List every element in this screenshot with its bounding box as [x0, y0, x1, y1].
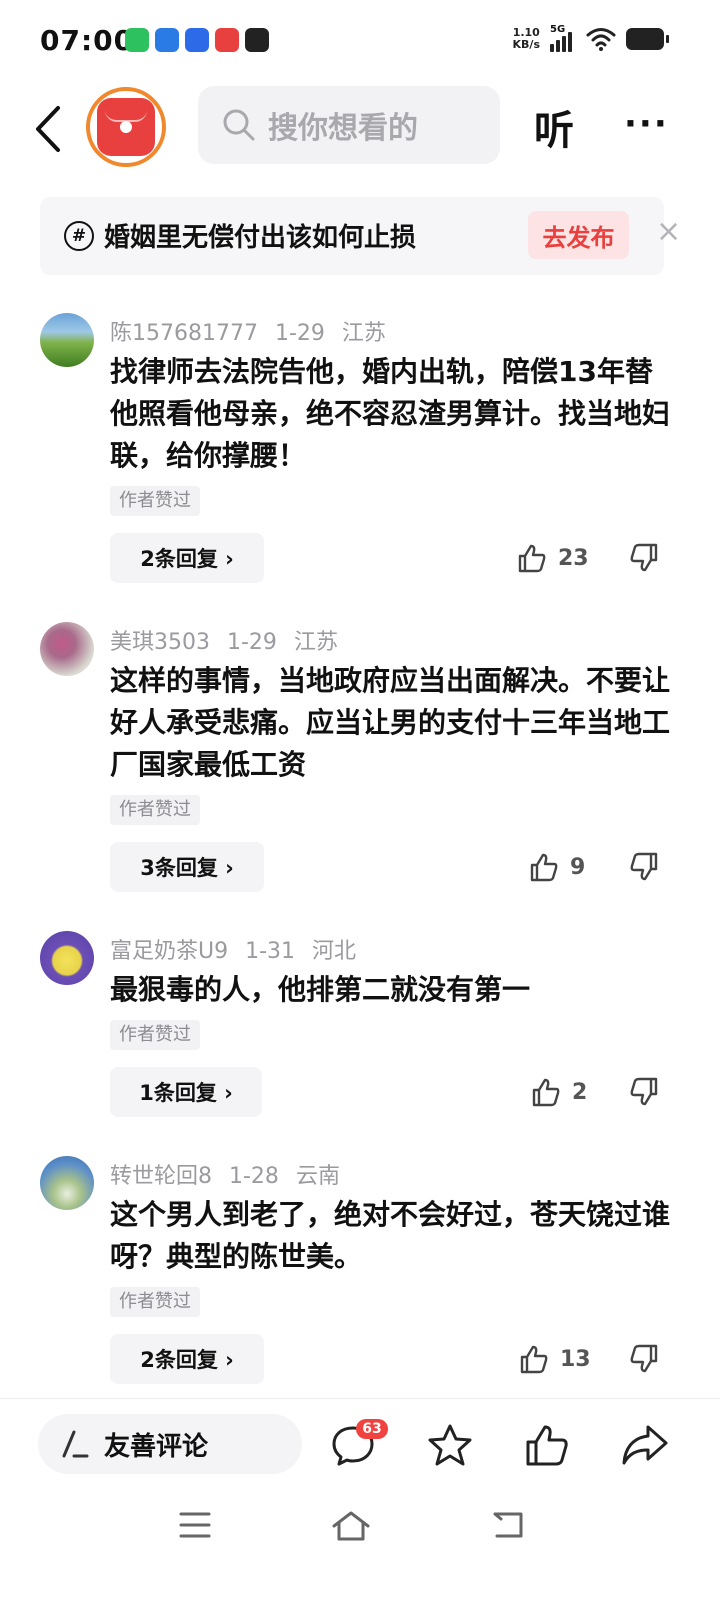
comment-location: 云南 — [295, 1164, 340, 1189]
toutiao-app-icon — [245, 28, 269, 52]
username[interactable]: 陈157681777 — [110, 321, 258, 346]
replies-button[interactable]: 2条回复 › — [110, 533, 264, 583]
signal-label: 5G — [550, 24, 566, 35]
replies-button[interactable]: 1条回复 › — [110, 1067, 262, 1117]
comment-location: 江苏 — [293, 630, 338, 655]
comment-date: 1-29 — [274, 321, 325, 346]
more-button[interactable]: ··· — [624, 104, 669, 144]
battery-icon — [626, 28, 669, 50]
publisher-logo-icon — [97, 98, 155, 156]
like-button[interactable]: 13 — [518, 1343, 591, 1375]
thumbs-down-icon[interactable] — [628, 1076, 660, 1108]
comment-date: 1-28 — [229, 1164, 279, 1189]
search-placeholder: 搜你想看的 — [268, 111, 418, 146]
like-button[interactable]: 23 — [516, 542, 589, 574]
bottom-action-bar: 友善评论 63 — [0, 1398, 720, 1488]
author-liked-badge: 作者赞过 — [110, 795, 200, 825]
listen-button[interactable]: 听 — [534, 98, 574, 156]
pen-icon — [62, 1430, 89, 1458]
publisher-avatar[interactable] — [86, 87, 166, 167]
comment-input[interactable]: 友善评论 — [38, 1414, 302, 1474]
home-icon[interactable] — [331, 1510, 371, 1542]
status-right: 1.10 KB/s 5G — [513, 24, 669, 52]
avatar[interactable] — [40, 1156, 94, 1210]
comment-text: 这个男人到老了，绝对不会好过，苍天饶过谁呀？典型的陈世美。 — [110, 1198, 671, 1273]
author-liked-badge: 作者赞过 — [110, 486, 200, 516]
replies-button[interactable]: 3条回复 › — [110, 842, 264, 892]
avatar[interactable] — [40, 931, 94, 985]
status-time: 07:00 — [40, 24, 135, 57]
close-icon[interactable]: × — [656, 214, 681, 249]
like-count: 13 — [560, 1346, 591, 1372]
system-nav-bar — [0, 1488, 720, 1608]
thumbs-up-icon — [532, 1078, 560, 1107]
author-liked-badge: 作者赞过 — [110, 1020, 200, 1050]
thumbs-up-icon[interactable] — [524, 1423, 570, 1467]
like-count: 23 — [558, 545, 589, 571]
thumbs-down-icon[interactable] — [628, 851, 660, 883]
thumbs-down-icon[interactable] — [628, 542, 660, 574]
top-header: 搜你想看的 听 ··· — [0, 84, 720, 184]
share-icon[interactable] — [620, 1423, 670, 1467]
signal-icon: 5G — [550, 24, 576, 52]
hashtag-icon: # — [64, 221, 94, 251]
comment-date: 1-31 — [245, 939, 296, 964]
comment-count-badge: 63 — [356, 1419, 388, 1439]
avatar[interactable] — [40, 313, 94, 367]
username[interactable]: 美琪3503 — [110, 630, 210, 655]
notes-app-icon — [155, 28, 179, 52]
topic-banner[interactable]: # 婚姻里无偿付出该如何止损 去发布 × — [40, 197, 681, 275]
replies-button[interactable]: 2条回复 › — [110, 1334, 264, 1384]
menu-icon[interactable] — [179, 1510, 211, 1540]
like-button[interactable]: 9 — [528, 851, 585, 883]
thumbs-up-icon — [520, 1345, 548, 1374]
topic-title: 婚姻里无偿付出该如何止损 — [104, 223, 417, 253]
comment-text: 找律师去法院告他，婚内出轨，陪偿13年替他照看他母亲，绝不容忍渣男算计。找当地妇… — [110, 355, 671, 472]
status-bar: 07:00 1.10 KB/s 5G — [0, 0, 720, 84]
net-speed: 1.10 KB/s — [513, 27, 540, 51]
comment-text: 这样的事情，当地政府应当出面解决。不要让好人承受悲痛。应当让男的支付十三年当地工… — [110, 664, 671, 781]
comment-location: 江苏 — [341, 321, 386, 346]
like-count: 9 — [570, 854, 586, 880]
search-box[interactable]: 搜你想看的 — [198, 86, 500, 164]
status-app-icons — [125, 28, 269, 52]
comment-date: 1-29 — [227, 630, 277, 655]
comment-meta: 陈157681777 1-29 江苏 — [110, 315, 396, 347]
back-nav-icon[interactable] — [491, 1510, 525, 1540]
thumbs-down-icon[interactable] — [628, 1343, 660, 1375]
comment-input-placeholder: 友善评论 — [104, 1431, 209, 1462]
wifi-icon — [586, 28, 616, 51]
username[interactable]: 富足奶茶U9 — [110, 939, 228, 964]
comment-text: 最狠毒的人，他排第二就没有第一 — [110, 973, 531, 1006]
comment-meta: 美琪3503 1-29 江苏 — [110, 624, 348, 656]
star-icon[interactable] — [427, 1423, 473, 1467]
like-button[interactable]: 2 — [530, 1076, 587, 1108]
thumbs-up-icon — [518, 544, 546, 573]
back-button[interactable] — [28, 104, 68, 154]
comment-meta: 富足奶茶U9 1-31 河北 — [110, 933, 366, 965]
author-liked-badge: 作者赞过 — [110, 1287, 200, 1317]
username[interactable]: 转世轮回8 — [110, 1164, 212, 1189]
publish-button[interactable]: 去发布 — [528, 211, 629, 259]
net-speed-unit: KB/s — [512, 38, 540, 51]
video-app-icon — [215, 28, 239, 52]
wechat-icon — [125, 28, 149, 52]
comment-location: 河北 — [312, 939, 357, 964]
baidu-icon — [185, 28, 209, 52]
comment-meta: 转世轮回8 1-28 云南 — [110, 1158, 350, 1190]
like-count: 2 — [572, 1079, 588, 1105]
thumbs-up-icon — [530, 853, 558, 882]
search-icon — [223, 109, 255, 141]
avatar[interactable] — [40, 622, 94, 676]
